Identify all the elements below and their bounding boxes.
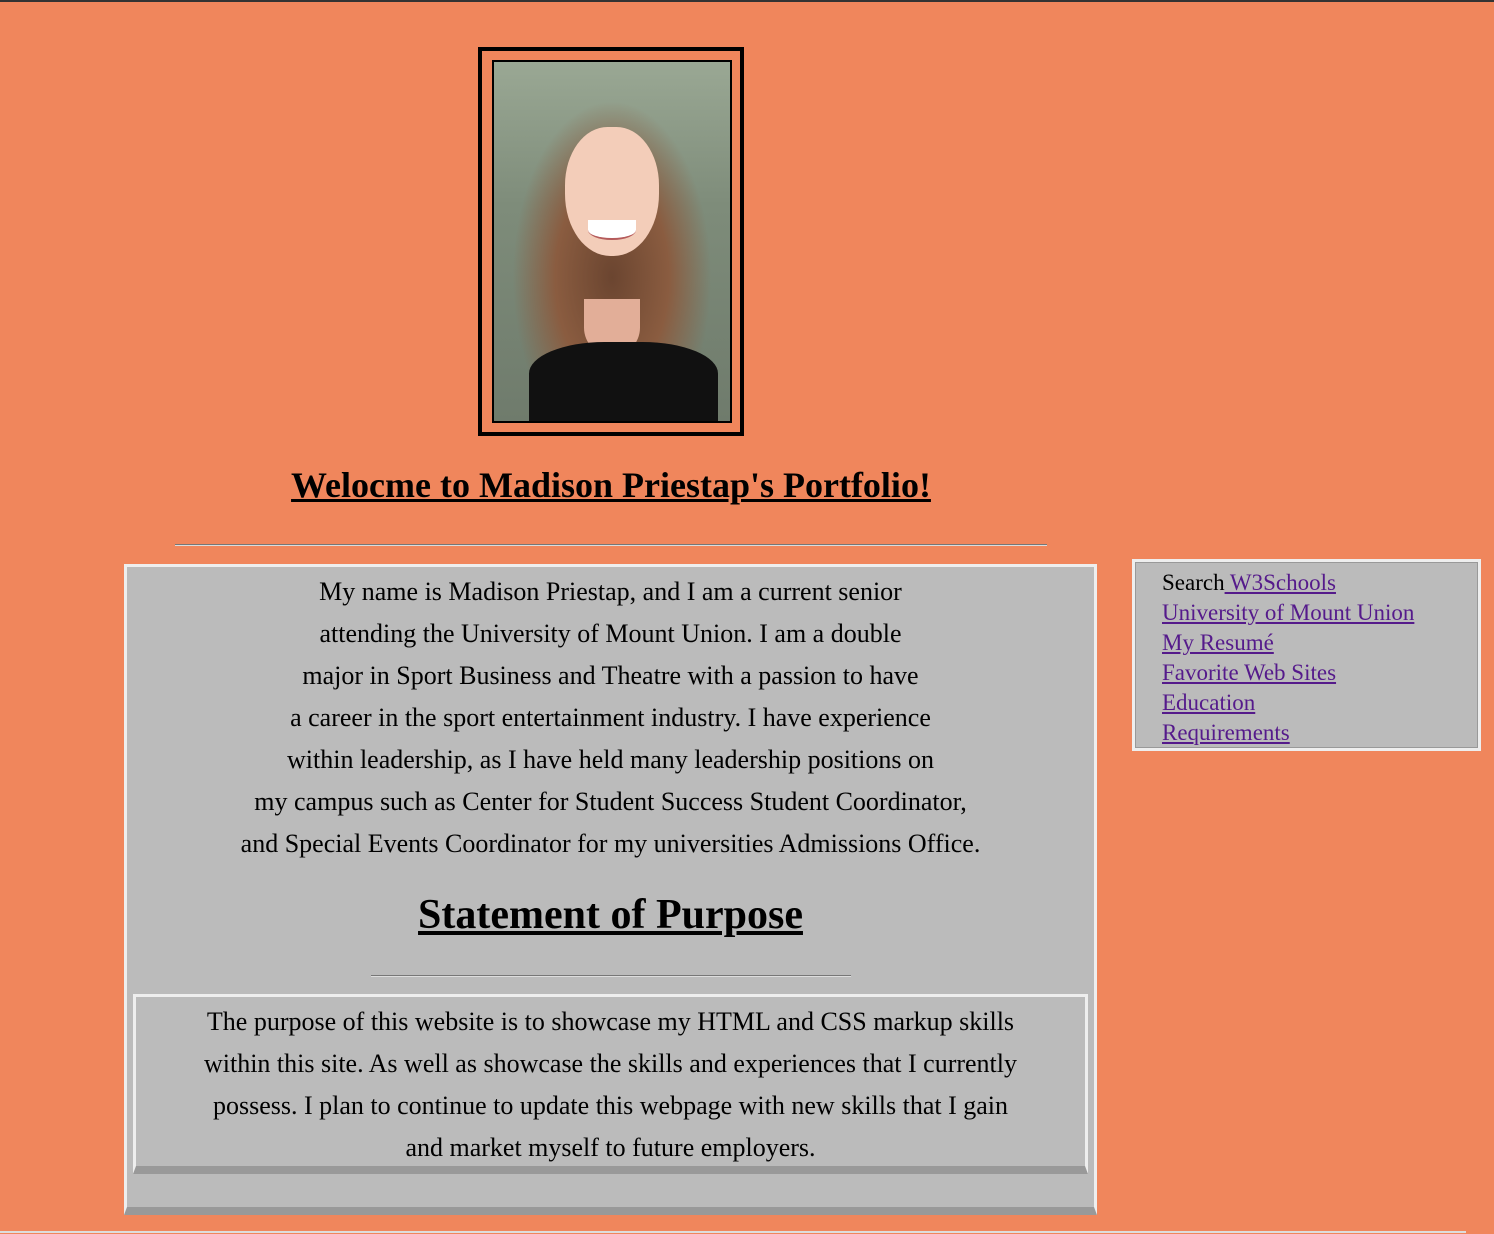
intro-line: My name is Madison Priestap, and I am a … (319, 577, 902, 606)
link-w3schools[interactable]: W3Schools (1225, 570, 1336, 595)
page-title: Welocme to Madison Priestap's Portfolio! (291, 465, 931, 505)
link-education[interactable]: Education (1162, 688, 1478, 718)
header-divider (175, 544, 1047, 546)
link-my-resume[interactable]: My Resumé (1162, 628, 1478, 658)
intro-line: major in Sport Business and Theatre with… (302, 661, 919, 690)
intro-line: attending the University of Mount Union.… (319, 619, 902, 648)
purpose-section: The purpose of this website is to showca… (133, 994, 1088, 1174)
photo-smile (588, 219, 636, 240)
link-favorite-web-sites[interactable]: Favorite Web Sites (1162, 658, 1478, 688)
purpose-paragraph: The purpose of this website is to showca… (136, 997, 1085, 1169)
sidebar-nav: Search W3Schools University of Mount Uni… (1132, 559, 1481, 751)
intro-line: within leadership, as I have held many l… (287, 745, 934, 774)
search-line: Search W3Schools (1162, 568, 1478, 598)
intro-line: my campus such as Center for Student Suc… (254, 787, 967, 816)
purpose-line: possess. I plan to continue to update th… (212, 1091, 1009, 1120)
link-requirements[interactable]: Requirements (1162, 718, 1478, 748)
profile-photo-frame (478, 47, 744, 436)
purpose-line: The purpose of this website is to showca… (206, 1007, 1015, 1036)
intro-line: and Special Events Coordinator for my un… (240, 829, 981, 858)
link-university-of-mount-union[interactable]: University of Mount Union (1162, 598, 1478, 628)
photo-shirt (529, 342, 719, 421)
footer-divider (0, 1231, 1466, 1233)
profile-photo (492, 60, 732, 423)
search-label: Search (1162, 570, 1225, 595)
intro-line: a career in the sport entertainment indu… (290, 703, 931, 732)
about-section: My name is Madison Priestap, and I am a … (124, 564, 1097, 1215)
purpose-line: and market myself to future employers. (405, 1133, 816, 1162)
purpose-divider (371, 975, 851, 977)
intro-paragraph: My name is Madison Priestap, and I am a … (127, 571, 1094, 865)
purpose-line: within this site. As well as showcase th… (203, 1049, 1018, 1078)
purpose-heading: Statement of Purpose (418, 892, 803, 938)
